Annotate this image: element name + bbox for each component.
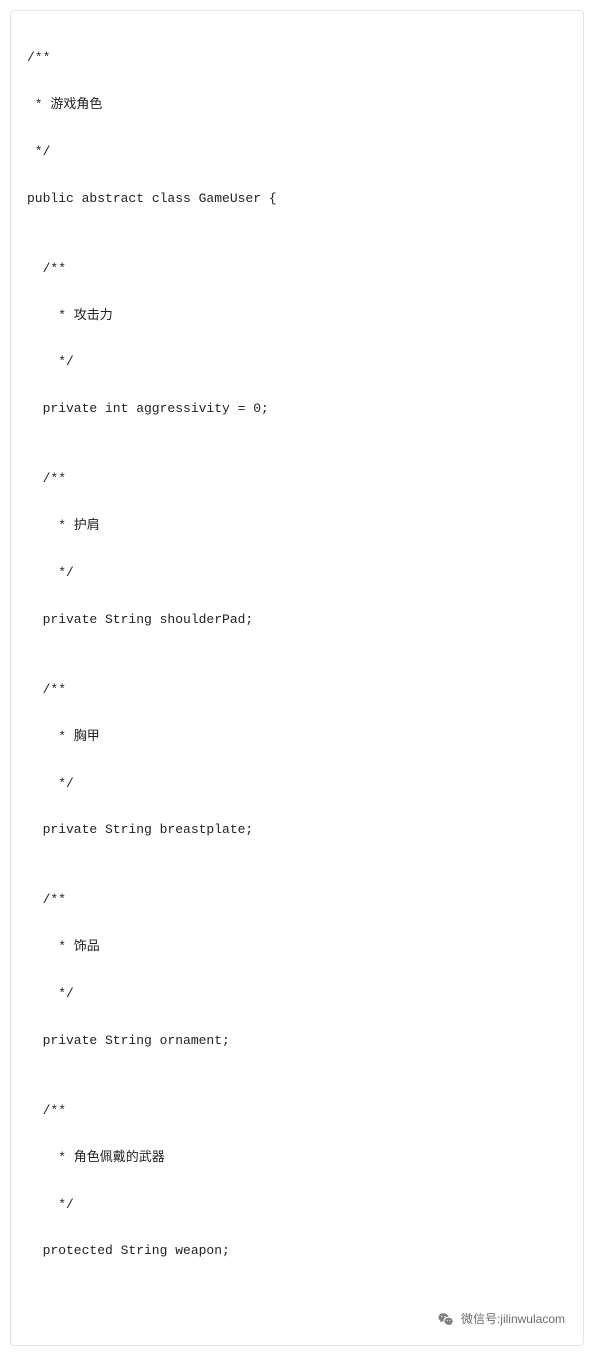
watermark: 微信号:jilinwulacom <box>437 1309 565 1331</box>
code-line: public abstract class GameUser { <box>27 187 567 210</box>
code-line: */ <box>27 140 567 163</box>
code-line: /** <box>27 1099 567 1122</box>
code-line: * 胸甲 <box>27 725 567 748</box>
code-line: /** <box>27 257 567 280</box>
wechat-icon <box>437 1311 455 1329</box>
code-line: * 饰品 <box>27 935 567 958</box>
code-line: * 攻击力 <box>27 304 567 327</box>
code-line: /** <box>27 678 567 701</box>
code-line: * 护肩 <box>27 514 567 537</box>
code-line: /** <box>27 467 567 490</box>
code-line: /** <box>27 888 567 911</box>
code-line: private int aggressivity = 0; <box>27 397 567 420</box>
code-line: /** <box>27 46 567 69</box>
code-line: */ <box>27 350 567 373</box>
code-line: * 游戏角色 <box>27 93 567 116</box>
code-block: /** * 游戏角色 */ public abstract class Game… <box>10 10 584 1346</box>
code-line: */ <box>27 1193 567 1216</box>
code-line: */ <box>27 561 567 584</box>
code-line: private String ornament; <box>27 1029 567 1052</box>
code-line: */ <box>27 772 567 795</box>
code-line: * 角色佩戴的武器 <box>27 1146 567 1169</box>
code-line: */ <box>27 982 567 1005</box>
code-line: protected String weapon; <box>27 1239 567 1262</box>
watermark-text: 微信号:jilinwulacom <box>461 1309 565 1331</box>
code-line: private String shoulderPad; <box>27 608 567 631</box>
code-line: private String breastplate; <box>27 818 567 841</box>
